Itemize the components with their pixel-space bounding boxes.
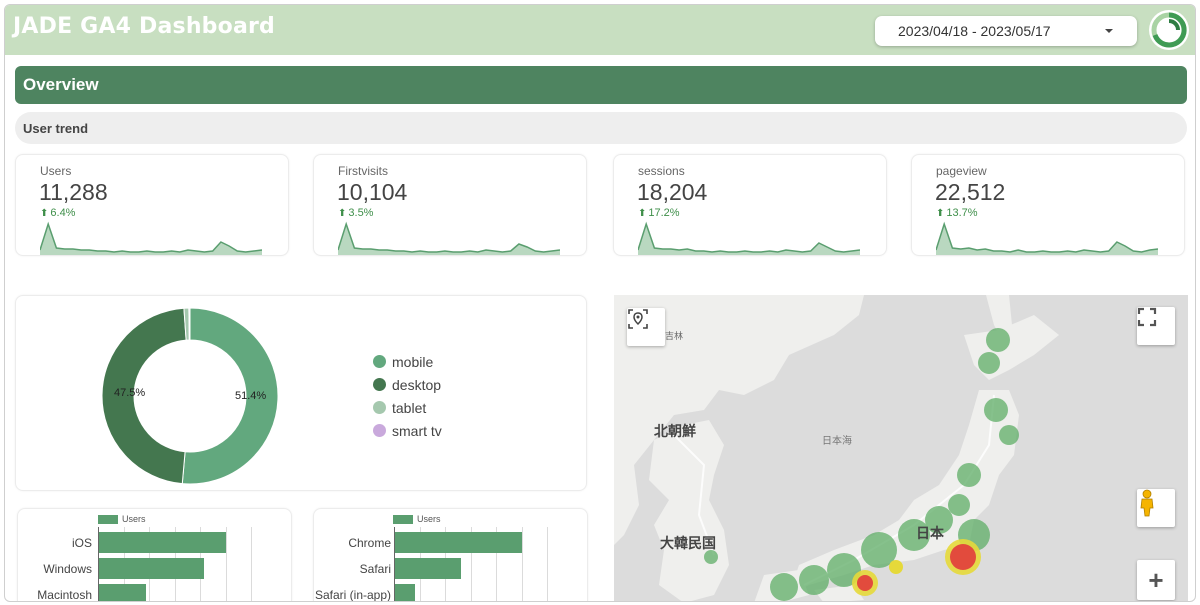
date-range-picker[interactable]: 2023/04/18 - 2023/05/17 (875, 16, 1137, 46)
kpi-card-firstvisits[interactable]: Firstvisits 10,104 ⬆ 3.5% (313, 154, 587, 256)
caret-down-icon (1105, 29, 1113, 33)
legend-label: desktop (392, 376, 442, 393)
kpi-delta-value: 6.4% (50, 207, 76, 219)
sparkline-area (638, 224, 860, 255)
kpi-delta-value: 3.5% (348, 207, 374, 219)
map-label-jilin: 吉林 (665, 332, 684, 342)
legend-label: Users (122, 514, 146, 524)
bar-category-label: Chrome (348, 536, 391, 550)
kpi-sparkline (40, 221, 262, 255)
fullscreen-glyph (1137, 307, 1157, 327)
overview-section-header: Overview (15, 66, 1187, 104)
device-legend: mobile desktop tablet smart tv (373, 350, 442, 442)
legend-swatch (373, 378, 386, 391)
header-bar: JADE GA4 Dashboard 2023/04/18 - 2023/05/… (5, 5, 1195, 55)
kpi-delta: ⬆ 3.5% (338, 207, 373, 219)
donut-label-desktop: 47.5% (114, 387, 146, 399)
legend-swatch (98, 514, 118, 524)
legend-label: tablet (392, 399, 427, 416)
kpi-sparkline (638, 221, 860, 255)
legend-swatch (373, 401, 386, 414)
legend-swatch (393, 514, 413, 524)
zoom-in-button[interactable]: + (1137, 560, 1175, 600)
map-canvas[interactable] (614, 295, 1188, 602)
bar-chrome[interactable] (395, 532, 522, 553)
gridline (251, 527, 252, 601)
map-pin-icon[interactable] (627, 308, 665, 346)
map-label-sea-of-japan: 日本海 (822, 436, 852, 447)
zoom-in-label: + (1148, 565, 1164, 595)
bar-safari-in-app[interactable] (395, 584, 416, 601)
ring-logo-icon (1149, 10, 1189, 50)
bar-category-label: Macintosh (37, 588, 92, 602)
os-chart-legend: Users (98, 514, 146, 524)
street-view-pegman-icon[interactable] (1137, 489, 1175, 527)
user-trend-title: User trend (23, 121, 89, 136)
legend-label: smart tv (392, 422, 442, 439)
map-label-japan: 日本 (916, 526, 944, 542)
kpi-value: 22,512 (935, 179, 1006, 205)
kpi-value: 18,204 (637, 179, 708, 205)
date-range-value: 2023/04/18 - 2023/05/17 (898, 23, 1051, 39)
bar-category-label: Safari (in-app) (314, 588, 391, 602)
kpi-delta-value: 17.2% (648, 207, 680, 219)
legend-item-smart-tv[interactable]: smart tv (373, 419, 442, 442)
browser-chart-legend: Users (393, 514, 441, 524)
legend-item-tablet[interactable]: tablet (373, 396, 442, 419)
kpi-delta-value: 13.7% (946, 207, 978, 219)
bar-category-label: Safari (359, 562, 391, 576)
kpi-card-sessions[interactable]: sessions 18,204 ⬆ 17.2% (613, 154, 887, 256)
device-category-card[interactable]: 47.5% 51.4% mobile desktop tablet smart … (15, 295, 587, 491)
overview-title: Overview (23, 75, 99, 94)
sparkline-area (338, 224, 560, 255)
gridline (547, 527, 548, 601)
legend-label: Users (417, 514, 441, 524)
bar-windows[interactable] (99, 558, 205, 579)
kpi-label: pageview (936, 164, 987, 178)
legend-swatch (373, 355, 386, 368)
kpi-label: Firstvisits (338, 164, 388, 178)
kpi-delta: ⬆ 6.4% (40, 207, 75, 219)
kpi-label: sessions (638, 164, 685, 178)
os-bar-chart-card[interactable]: Users iOS Windows Macintosh (17, 508, 292, 602)
kpi-label: Users (40, 164, 72, 178)
fullscreen-icon[interactable] (1137, 307, 1175, 345)
map-label-north-korea: 北朝鮮 (654, 424, 696, 440)
map-pin-glyph (628, 309, 648, 329)
user-trend-section-header: User trend (15, 112, 1187, 144)
arrow-up-icon: ⬆ (40, 208, 49, 219)
sparkline-area (936, 224, 1158, 255)
kpi-card-users[interactable]: Users 11,288 ⬆ 6.4% (15, 154, 289, 256)
bar-category-label: Windows (43, 562, 92, 576)
kpi-value: 11,288 (39, 179, 108, 205)
donut-slice-smart-tv[interactable] (188, 307, 191, 341)
arrow-up-icon: ⬆ (338, 208, 347, 219)
kpi-delta: ⬆ 17.2% (638, 207, 680, 219)
kpi-sparkline (338, 221, 560, 255)
arrow-up-icon: ⬆ (638, 208, 647, 219)
kpi-delta: ⬆ 13.7% (936, 207, 978, 219)
pegman-glyph (1140, 489, 1154, 517)
map-label-south-korea: 大韓民国 (660, 536, 716, 552)
bar-category-label: iOS (71, 536, 92, 550)
arrow-up-icon: ⬆ (936, 208, 945, 219)
kpi-value: 10,104 (337, 179, 408, 205)
bar-safari[interactable] (395, 558, 462, 579)
legend-swatch (373, 424, 386, 437)
legend-item-desktop[interactable]: desktop (373, 373, 442, 396)
kpi-card-pageview[interactable]: pageview 22,512 ⬆ 13.7% (911, 154, 1185, 256)
browser-bar-chart-card[interactable]: Users Chrome Safari Safari (in-app) (313, 508, 588, 602)
donut-label-mobile: 51.4% (235, 390, 267, 402)
dashboard-frame: JADE GA4 Dashboard 2023/04/18 - 2023/05/… (4, 4, 1196, 602)
legend-item-mobile[interactable]: mobile (373, 350, 442, 373)
bar-ios[interactable] (99, 532, 226, 553)
bar-macintosh[interactable] (99, 584, 146, 601)
geo-heatmap[interactable]: 北朝鮮 大韓民国 日本 日本海 吉林 + (614, 295, 1188, 602)
legend-label: mobile (392, 353, 434, 370)
app-title: JADE GA4 Dashboard (13, 14, 275, 39)
sparkline-area (40, 224, 262, 255)
kpi-sparkline (936, 221, 1158, 255)
